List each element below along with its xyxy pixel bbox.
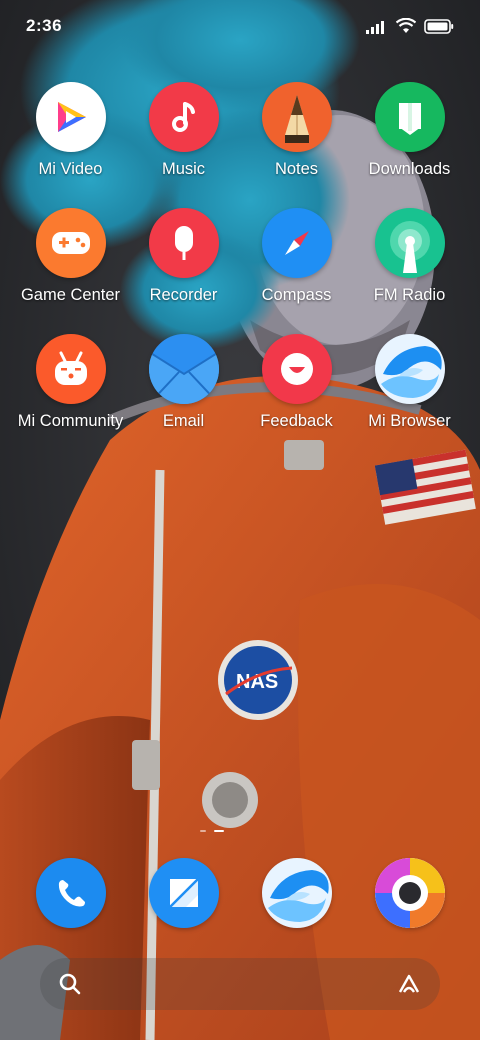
app-email[interactable]: Email (127, 334, 240, 444)
chrome-icon (374, 858, 445, 928)
page-dot-active (214, 830, 224, 832)
notes-icon (261, 82, 332, 152)
compass-icon (261, 208, 332, 278)
app-recorder[interactable]: Recorder (127, 208, 240, 318)
app-label: Recorder (149, 286, 218, 304)
app-label: Mi Community (17, 412, 124, 430)
app-game-center[interactable]: Game Center (14, 208, 127, 318)
app-feedback[interactable]: Feedback (240, 334, 353, 444)
battery-icon (424, 18, 454, 34)
email-icon (148, 334, 219, 404)
page-dot (200, 830, 206, 832)
app-label: Music (161, 160, 206, 178)
dock-messages[interactable] (127, 858, 240, 933)
status-time: 2:36 (26, 16, 63, 35)
recorder-icon (148, 208, 219, 278)
status-icons (366, 18, 454, 34)
cellular-signal-icon (366, 20, 384, 34)
app-mi-video[interactable]: Mi Video (14, 82, 127, 192)
app-label: Downloads (368, 160, 451, 178)
messages-icon (148, 858, 219, 928)
app-label: Mi Browser (368, 412, 451, 430)
app-mi-browser[interactable]: Mi Browser (353, 334, 466, 444)
app-mi-community[interactable]: Mi Community (14, 334, 127, 444)
wifi-icon (396, 18, 416, 33)
phone-icon (35, 858, 106, 928)
app-label: Game Center (20, 286, 121, 304)
music-icon (148, 82, 219, 152)
status-bar: 2:36 (0, 0, 480, 52)
mi-community-icon (35, 334, 106, 404)
app-notes[interactable]: Notes (240, 82, 353, 192)
app-label: Feedback (260, 412, 333, 430)
mi-browser-icon (374, 334, 445, 404)
app-compass[interactable]: Compass (240, 208, 353, 318)
mi-video-icon (35, 82, 106, 152)
app-label: FM Radio (373, 286, 446, 304)
assistant-icon[interactable] (396, 972, 422, 996)
app-label: Compass (261, 286, 332, 304)
downloads-icon (374, 82, 445, 152)
dock-phone[interactable] (14, 858, 127, 933)
app-downloads[interactable]: Downloads (353, 82, 466, 192)
search-bar[interactable] (40, 958, 440, 1010)
dock-browser[interactable] (240, 858, 353, 933)
game-center-icon (35, 208, 106, 278)
app-label: Email (162, 412, 205, 430)
browser-icon (261, 858, 332, 928)
app-fm-radio[interactable]: FM Radio (353, 208, 466, 318)
app-label: Mi Video (38, 160, 103, 178)
fm-radio-icon (374, 208, 445, 278)
dock-chrome[interactable] (353, 858, 466, 933)
app-label: Notes (274, 160, 319, 178)
feedback-icon (261, 334, 332, 404)
page-indicator (200, 830, 224, 832)
app-music[interactable]: Music (127, 82, 240, 192)
search-icon[interactable] (58, 972, 82, 996)
